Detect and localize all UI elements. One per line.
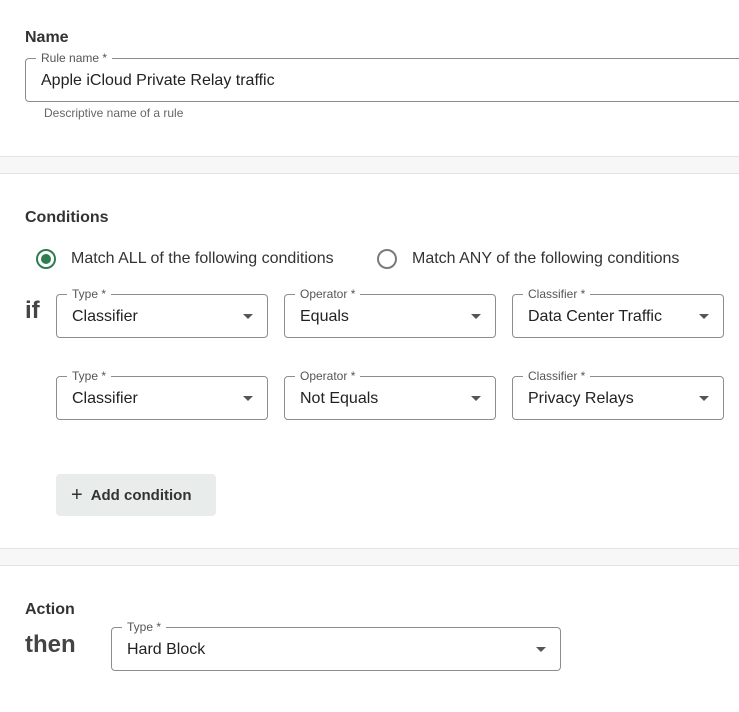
then-keyword: then <box>25 631 76 658</box>
condition-2-type-value: Classifier <box>72 390 138 407</box>
condition-1-classifier-select[interactable]: Classifier * Data Center Traffic <box>512 287 724 338</box>
condition-1-type-value: Classifier <box>72 308 138 325</box>
rule-name-label: Rule name * <box>36 51 113 65</box>
condition-2-classifier-value: Privacy Relays <box>528 390 634 407</box>
add-condition-button[interactable]: + Add condition <box>56 474 216 516</box>
condition-1-classifier-label: Classifier * <box>523 287 591 301</box>
action-type-label: Type * <box>122 620 167 634</box>
condition-1-type-select[interactable]: Type * Classifier <box>56 287 268 338</box>
name-section-title: Name <box>25 29 69 46</box>
plus-icon: + <box>71 484 83 506</box>
chevron-down-icon <box>699 396 709 401</box>
rule-name-helper: Descriptive name of a rule <box>44 106 184 120</box>
condition-2-classifier-select[interactable]: Classifier * Privacy Relays <box>512 369 724 420</box>
match-any-label[interactable]: Match ANY of the following conditions <box>412 250 679 268</box>
action-type-select[interactable]: Type * Hard Block <box>111 620 561 671</box>
chevron-down-icon <box>471 396 481 401</box>
condition-1-operator-select[interactable]: Operator * Equals <box>284 287 496 338</box>
chevron-down-icon <box>471 314 481 319</box>
match-all-radio[interactable] <box>36 249 56 269</box>
match-all-label[interactable]: Match ALL of the following conditions <box>71 250 334 268</box>
if-keyword: if <box>25 297 40 324</box>
condition-2-type-select[interactable]: Type * Classifier <box>56 369 268 420</box>
condition-2-classifier-label: Classifier * <box>523 369 591 383</box>
rule-name-value: Apple iCloud Private Relay traffic <box>41 72 275 89</box>
add-condition-label: Add condition <box>90 486 192 504</box>
section-divider <box>0 156 739 174</box>
condition-1-classifier-value: Data Center Traffic <box>528 308 662 325</box>
action-type-value: Hard Block <box>127 641 206 658</box>
chevron-down-icon <box>243 314 253 319</box>
rule-name-input[interactable]: Rule name * Apple iCloud Private Relay t… <box>25 51 739 102</box>
condition-1-operator-value: Equals <box>300 308 349 325</box>
chevron-down-icon <box>536 647 546 652</box>
match-any-radio[interactable] <box>377 249 397 269</box>
condition-2-operator-value: Not Equals <box>300 390 379 407</box>
condition-2-operator-label: Operator * <box>295 369 361 383</box>
conditions-section-title: Conditions <box>25 209 109 226</box>
condition-2-operator-select[interactable]: Operator * Not Equals <box>284 369 496 420</box>
chevron-down-icon <box>243 396 253 401</box>
condition-2-type-label: Type * <box>67 369 112 383</box>
action-section-title: Action <box>25 601 75 618</box>
chevron-down-icon <box>699 314 709 319</box>
section-divider <box>0 548 739 566</box>
condition-1-operator-label: Operator * <box>295 287 361 301</box>
condition-1-type-label: Type * <box>67 287 112 301</box>
